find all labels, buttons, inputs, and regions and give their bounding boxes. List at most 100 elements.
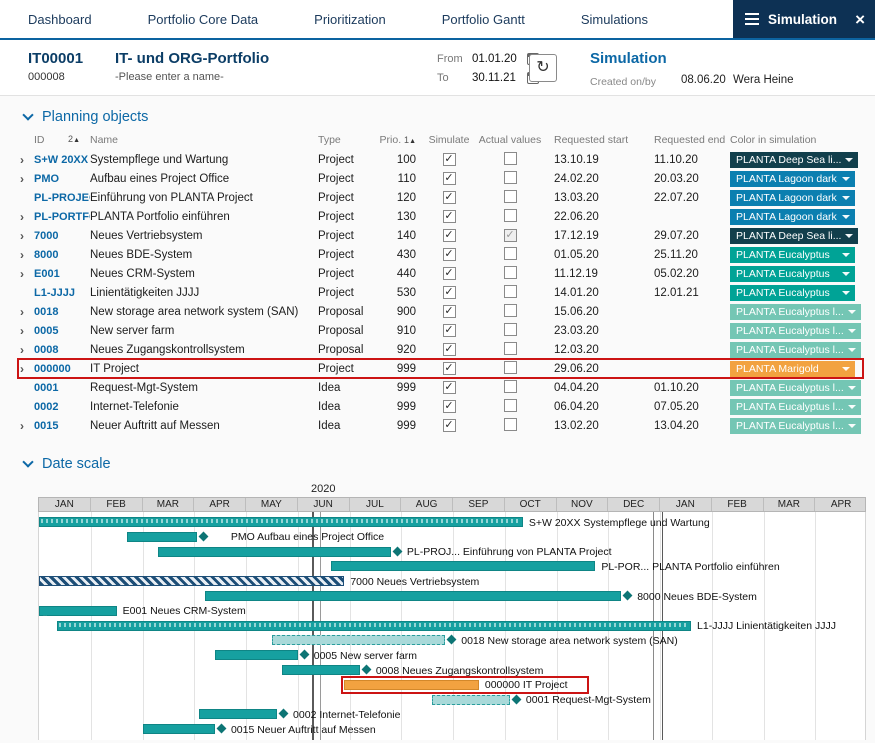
- row-id[interactable]: PMO: [34, 173, 90, 185]
- actual-values-checkbox[interactable]: [504, 285, 517, 298]
- simulate-checkbox[interactable]: ✓: [443, 229, 456, 242]
- row-id[interactable]: 0001: [34, 382, 90, 394]
- gantt-bar[interactable]: [57, 621, 691, 631]
- actual-values-checkbox[interactable]: [504, 323, 517, 336]
- table-row[interactable]: ›0018New storage area network system (SA…: [18, 302, 863, 321]
- simulate-checkbox[interactable]: ✓: [443, 362, 456, 375]
- col-requested-start[interactable]: Requested start: [542, 134, 642, 146]
- col-prio[interactable]: Prio.: [380, 134, 402, 146]
- col-requested-end[interactable]: Requested end: [642, 134, 730, 146]
- gantt-bar[interactable]: [331, 561, 595, 571]
- gantt-bar[interactable]: [39, 517, 523, 527]
- color-dropdown[interactable]: PLANTA Eucalyptus: [730, 247, 855, 263]
- simulate-checkbox[interactable]: ✓: [443, 210, 456, 223]
- gantt-bar[interactable]: [282, 665, 360, 675]
- gantt-bar[interactable]: [39, 576, 344, 586]
- col-id[interactable]: ID: [34, 134, 45, 146]
- color-dropdown[interactable]: PLANTA Lagoon dark: [730, 171, 855, 187]
- collapse-chevron-icon[interactable]: [22, 109, 33, 120]
- color-dropdown[interactable]: PLANTA Eucalyptus l...: [730, 342, 861, 358]
- nav-tab-prioritization[interactable]: Prioritization: [314, 12, 386, 27]
- row-id[interactable]: 0015: [34, 420, 90, 432]
- gantt-bar[interactable]: [215, 650, 298, 660]
- table-row[interactable]: ›E001Neues CRM-SystemProject440✓11.12.19…: [18, 264, 863, 283]
- actual-values-checkbox[interactable]: [504, 380, 517, 393]
- table-row[interactable]: L1-JJJJLinientätigkeiten JJJJProject530✓…: [18, 283, 863, 302]
- nav-tab-dashboard[interactable]: Dashboard: [28, 12, 92, 27]
- row-expander-icon[interactable]: ›: [18, 229, 34, 243]
- row-id[interactable]: 8000: [34, 249, 90, 261]
- gantt-bar[interactable]: [205, 591, 622, 601]
- actual-values-checkbox[interactable]: [504, 152, 517, 165]
- row-id[interactable]: 000000: [34, 363, 90, 375]
- col-name[interactable]: Name: [90, 134, 318, 146]
- table-row[interactable]: ›S+W 20XXSystempflege und WartungProject…: [18, 150, 863, 169]
- table-row[interactable]: ›0015Neuer Auftritt auf MessenIdea999✓13…: [18, 416, 863, 435]
- color-dropdown[interactable]: PLANTA Lagoon dark: [730, 190, 855, 206]
- color-dropdown[interactable]: PLANTA Eucalyptus: [730, 285, 855, 301]
- row-id[interactable]: S+W 20XX: [34, 154, 90, 166]
- row-expander-icon[interactable]: ›: [18, 267, 34, 281]
- table-row[interactable]: PL-PROJECTEinführung von PLANTA ProjectP…: [18, 188, 863, 207]
- planning-objects-section-header[interactable]: Planning objects: [0, 104, 875, 130]
- row-id[interactable]: PL-PORTFO...: [34, 211, 90, 223]
- simulate-checkbox[interactable]: ✓: [443, 305, 456, 318]
- gantt-bar[interactable]: [143, 724, 215, 734]
- table-row[interactable]: 0001Request-Mgt-SystemIdea999✓04.04.2001…: [18, 378, 863, 397]
- actual-values-checkbox[interactable]: [504, 304, 517, 317]
- portfolio-name-placeholder[interactable]: -Please enter a name-: [115, 71, 269, 83]
- row-expander-icon[interactable]: ›: [18, 305, 34, 319]
- actual-values-checkbox[interactable]: [504, 171, 517, 184]
- simulate-checkbox[interactable]: ✓: [443, 343, 456, 356]
- gantt-bar[interactable]: [272, 635, 445, 645]
- simulate-checkbox[interactable]: ✓: [443, 324, 456, 337]
- simulate-checkbox[interactable]: ✓: [443, 286, 456, 299]
- nav-tab-portfolio-core-data[interactable]: Portfolio Core Data: [148, 12, 259, 27]
- to-date-field[interactable]: 30.11.21: [472, 72, 520, 84]
- row-expander-icon[interactable]: ›: [18, 419, 34, 433]
- color-dropdown[interactable]: PLANTA Eucalyptus l...: [730, 418, 861, 434]
- simulate-checkbox[interactable]: ✓: [443, 381, 456, 394]
- gantt-bar[interactable]: [127, 532, 197, 542]
- row-id[interactable]: E001: [34, 268, 90, 280]
- row-id[interactable]: L1-JJJJ: [34, 287, 90, 299]
- col-color-in-simulation[interactable]: Color in simulation: [730, 134, 863, 146]
- color-dropdown[interactable]: PLANTA Lagoon dark: [730, 209, 855, 225]
- row-id[interactable]: 0005: [34, 325, 90, 337]
- simulate-checkbox[interactable]: ✓: [443, 153, 456, 166]
- row-id[interactable]: 0018: [34, 306, 90, 318]
- actual-values-checkbox[interactable]: [504, 418, 517, 431]
- table-row[interactable]: ›8000Neues BDE-SystemProject430✓01.05.20…: [18, 245, 863, 264]
- gantt-bar[interactable]: [158, 547, 391, 557]
- actual-values-checkbox[interactable]: [504, 247, 517, 260]
- actual-values-checkbox[interactable]: [504, 361, 517, 374]
- table-row[interactable]: ›7000Neues VertriebsystemProject140✓✓17.…: [18, 226, 863, 245]
- actual-values-checkbox[interactable]: [504, 209, 517, 222]
- actual-values-checkbox[interactable]: [504, 190, 517, 203]
- row-expander-icon[interactable]: ›: [18, 210, 34, 224]
- col-actual-values[interactable]: Actual values: [478, 134, 542, 146]
- row-expander-icon[interactable]: ›: [18, 248, 34, 262]
- color-dropdown[interactable]: PLANTA Eucalyptus: [730, 266, 855, 282]
- simulate-checkbox[interactable]: ✓: [443, 400, 456, 413]
- table-row[interactable]: ›000000IT ProjectProject999✓29.06.20PLAN…: [18, 359, 863, 378]
- actual-values-checkbox[interactable]: [504, 342, 517, 355]
- collapse-chevron-icon[interactable]: [22, 456, 33, 467]
- from-date-field[interactable]: 01.01.20: [472, 53, 520, 65]
- color-dropdown[interactable]: PLANTA Deep Sea li...: [730, 228, 858, 244]
- row-expander-icon[interactable]: ›: [18, 324, 34, 338]
- refresh-button[interactable]: ↻: [529, 54, 557, 82]
- col-type[interactable]: Type: [318, 134, 374, 146]
- close-icon[interactable]: ×: [855, 11, 865, 28]
- color-dropdown[interactable]: PLANTA Eucalyptus l...: [730, 380, 861, 396]
- row-id[interactable]: 0008: [34, 344, 90, 356]
- date-scale-section-header[interactable]: Date scale: [0, 451, 875, 477]
- nav-tab-portfolio-gantt[interactable]: Portfolio Gantt: [442, 12, 525, 27]
- row-id[interactable]: 0002: [34, 401, 90, 413]
- simulate-checkbox[interactable]: ✓: [443, 191, 456, 204]
- table-row[interactable]: ›0008Neues ZugangskontrollsystemProposal…: [18, 340, 863, 359]
- menu-icon[interactable]: [745, 10, 759, 28]
- row-expander-icon[interactable]: ›: [18, 153, 34, 167]
- table-row[interactable]: ›0005New server farmProposal910✓23.03.20…: [18, 321, 863, 340]
- color-dropdown[interactable]: PLANTA Eucalyptus l...: [730, 323, 861, 339]
